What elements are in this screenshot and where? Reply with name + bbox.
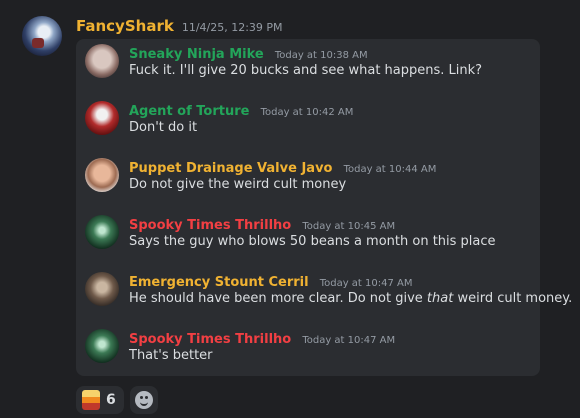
quoted-message: Spooky Times Thrillho Today at 10:45 AM …	[76, 212, 540, 252]
timestamp: Today at 10:44 AM	[343, 164, 437, 175]
author-avatar[interactable]	[22, 16, 62, 56]
timestamp: Today at 10:45 AM	[302, 221, 396, 232]
reaction-button[interactable]: 6	[76, 386, 124, 414]
timestamp: Today at 10:42 AM	[260, 107, 354, 118]
message-text: That's better	[129, 348, 213, 363]
author-name[interactable]: FancyShark	[76, 17, 174, 35]
message-text: Don't do it	[129, 120, 198, 135]
quoted-message: Puppet Drainage Valve Javo Today at 10:4…	[76, 155, 540, 195]
forwarded-messages-box: Sneaky Ninja Mike Today at 10:38 AM Fuck…	[76, 39, 572, 376]
avatar[interactable]	[85, 158, 119, 192]
smiley-icon	[134, 391, 153, 409]
message-text: Do not give the weird cult money	[129, 177, 347, 192]
username[interactable]: Puppet Drainage Valve Javo	[129, 161, 332, 176]
message-timestamp: 11/4/25, 12:39 PM	[181, 21, 283, 34]
username[interactable]: Spooky Times Thrillho	[129, 218, 291, 233]
quoted-message: Spooky Times Thrillho Today at 10:47 AM …	[76, 326, 540, 366]
message-text: Fuck it. I'll give 20 bucks and see what…	[129, 63, 483, 78]
message-text-after: weird cult money.	[453, 291, 573, 306]
timestamp: Today at 10:38 AM	[274, 50, 368, 61]
add-reaction-button[interactable]	[129, 386, 158, 414]
quoted-message: Emergency Stount Cerril Today at 10:47 A…	[76, 269, 572, 309]
quoted-message: Sneaky Ninja Mike Today at 10:38 AM Fuck…	[76, 41, 540, 81]
reaction-count: 6	[106, 392, 116, 408]
message-header: FancyShark 11/4/25, 12:39 PM	[76, 17, 283, 37]
message-text-before: He should have been more clear. Do not g…	[129, 291, 427, 306]
avatar[interactable]	[85, 101, 119, 135]
message-text: Says the guy who blows 50 beans a month …	[129, 234, 496, 249]
message-text-emphasis: that	[426, 291, 454, 306]
drink-emoji-icon	[82, 390, 100, 410]
timestamp: Today at 10:47 AM	[302, 335, 396, 346]
username[interactable]: Agent of Torture	[129, 104, 249, 119]
username[interactable]: Emergency Stount Cerril	[129, 275, 309, 290]
message-text: He should have been more clear. Do not g…	[129, 291, 572, 306]
username[interactable]: Sneaky Ninja Mike	[129, 47, 264, 62]
avatar[interactable]	[85, 272, 119, 306]
reactions-bar: 6	[76, 386, 158, 414]
quoted-message: Agent of Torture Today at 10:42 AM Don't…	[76, 98, 540, 138]
timestamp: Today at 10:47 AM	[319, 278, 413, 289]
avatar[interactable]	[85, 215, 119, 249]
avatar[interactable]	[85, 329, 119, 363]
username[interactable]: Spooky Times Thrillho	[129, 332, 291, 347]
avatar[interactable]	[85, 44, 119, 78]
